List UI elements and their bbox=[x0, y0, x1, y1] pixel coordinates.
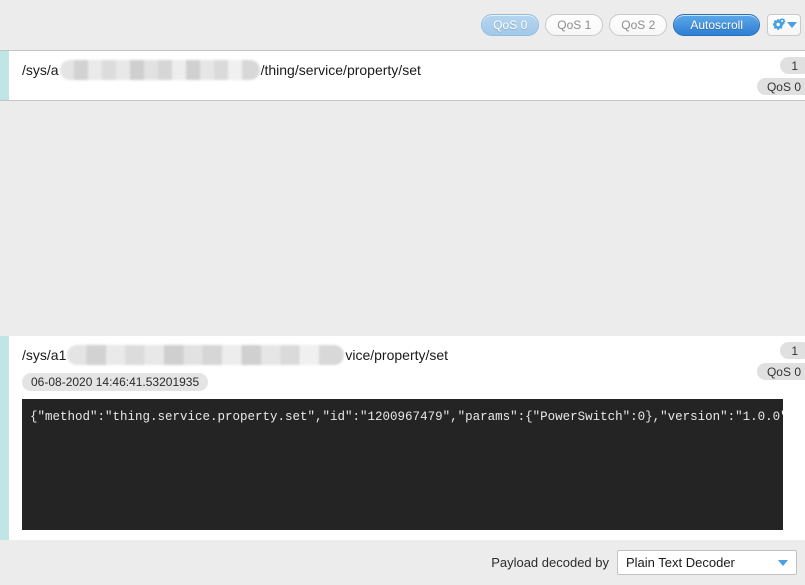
topic-redacted-region bbox=[59, 59, 260, 80]
message-topic[interactable]: /sys/a1 vice/property/set bbox=[22, 344, 449, 365]
topic-prefix: /sys/a bbox=[22, 61, 59, 78]
message-topic[interactable]: /sys/a /thing/service/property/set bbox=[22, 59, 421, 80]
topic-suffix: vice/property/set bbox=[345, 346, 449, 363]
qos-0-button[interactable]: QoS 0 bbox=[481, 14, 540, 36]
message-count-badge: 1 bbox=[780, 342, 805, 359]
message-header: /sys/a /thing/service/property/set 1 QoS… bbox=[0, 51, 805, 95]
message-list-empty-area bbox=[0, 101, 805, 336]
qos-2-button[interactable]: QoS 2 bbox=[609, 14, 668, 36]
message-row[interactable]: /sys/a /thing/service/property/set 1 QoS… bbox=[0, 51, 805, 101]
decoder-select[interactable]: Plain Text Decoder bbox=[617, 550, 797, 575]
gear-icon bbox=[771, 18, 786, 32]
message-header: /sys/a1 vice/property/set 1 QoS 0 bbox=[0, 336, 805, 380]
message-payload[interactable]: {"method":"thing.service.property.set","… bbox=[22, 399, 783, 530]
decoder-selected-value: Plain Text Decoder bbox=[626, 555, 735, 570]
message-qos-badge: QoS 0 bbox=[756, 78, 805, 95]
qos-1-button[interactable]: QoS 1 bbox=[545, 14, 604, 36]
decoder-label: Payload decoded by bbox=[491, 555, 609, 570]
settings-button[interactable] bbox=[767, 14, 801, 36]
message-qos-badge: QoS 0 bbox=[756, 363, 805, 380]
chevron-down-icon bbox=[778, 559, 788, 566]
message-count-badge: 1 bbox=[780, 57, 805, 74]
chevron-down-icon bbox=[787, 22, 797, 28]
message-timestamp: 06-08-2020 14:46:41.53201935 bbox=[22, 373, 209, 391]
footer-bar: Payload decoded by Plain Text Decoder bbox=[0, 540, 805, 585]
topic-prefix: /sys/a1 bbox=[22, 346, 67, 363]
top-toolbar: QoS 0 QoS 1 QoS 2 Autoscroll bbox=[0, 0, 805, 50]
message-list[interactable]: /sys/a /thing/service/property/set 1 QoS… bbox=[0, 50, 805, 585]
autoscroll-button[interactable]: Autoscroll bbox=[673, 14, 760, 36]
message-row[interactable]: /sys/a1 vice/property/set 1 QoS 0 06-08-… bbox=[0, 336, 805, 543]
topic-suffix: /thing/service/property/set bbox=[260, 61, 421, 78]
topic-redacted-region bbox=[67, 344, 345, 365]
